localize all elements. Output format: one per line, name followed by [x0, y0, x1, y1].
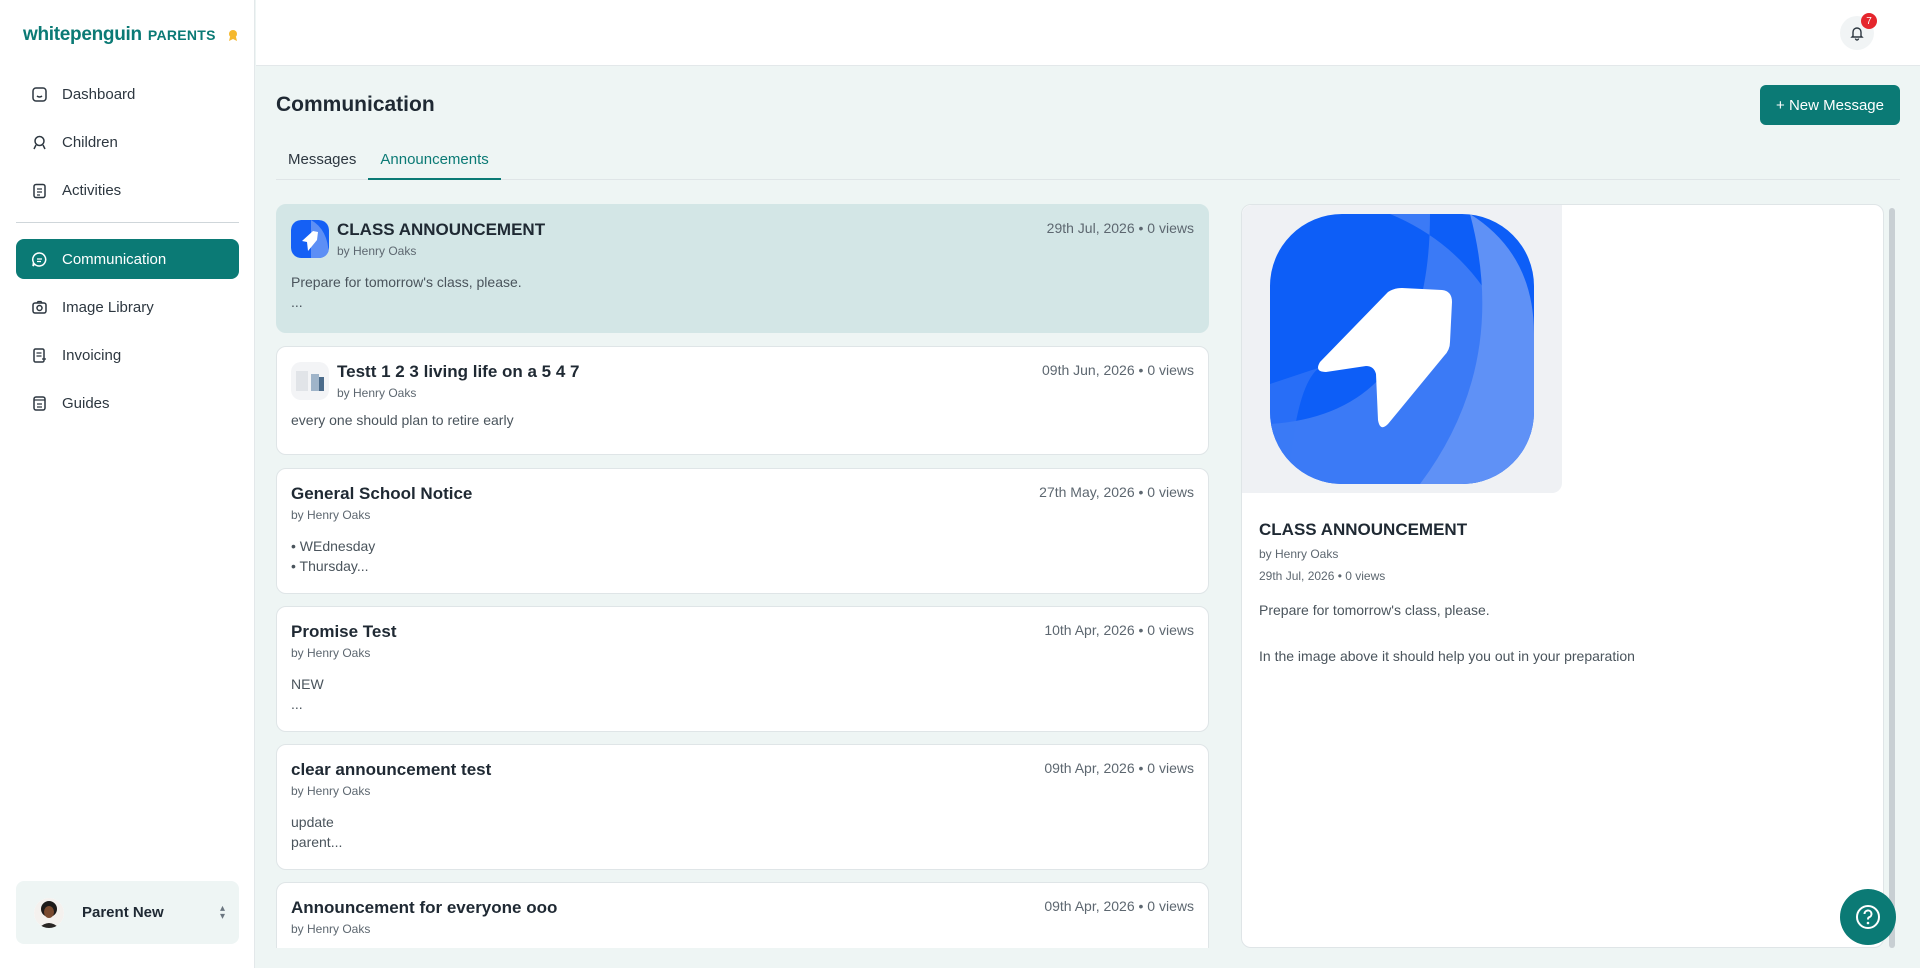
announcement-title: CLASS ANNOUNCEMENT: [337, 220, 546, 239]
sidebar-item-label: Children: [62, 133, 118, 151]
question-icon: [1856, 905, 1880, 929]
sidebar-item-label: Communication: [62, 250, 167, 268]
sidebar-item-dashboard[interactable]: Dashboard: [16, 74, 239, 114]
home-icon: [30, 85, 48, 103]
detail-title: CLASS ANNOUNCEMENT: [1259, 520, 1468, 539]
sidebar-item-invoicing[interactable]: Invoicing: [16, 335, 239, 375]
user-switcher[interactable]: Parent New ▴ ▾: [16, 881, 239, 944]
sidebar-item-label: Invoicing: [62, 346, 122, 364]
camera-icon: [30, 298, 48, 316]
announcement-meta: 27th May, 2026 • 0 views: [1039, 484, 1194, 500]
invoice-icon: [30, 346, 48, 364]
scrollbar-thumb[interactable]: [1889, 208, 1895, 948]
tabs: Messages Announcements: [276, 146, 1900, 180]
sidebar-item-communication[interactable]: Communication: [16, 239, 239, 279]
sidebar-item-label: Activities: [62, 181, 122, 199]
detail-author: by Henry Oaks: [1259, 547, 1339, 561]
sidebar-divider: [16, 222, 239, 223]
announcement-list: CLASS ANNOUNCEMENT by Henry Oaks 29th Ju…: [276, 204, 1209, 948]
announcement-card[interactable]: Announcement for everyone ooo by Henry O…: [276, 882, 1209, 948]
user-name: Parent New: [82, 904, 164, 921]
announcement-card[interactable]: General School Notice by Henry Oaks 27th…: [276, 468, 1209, 594]
announcement-title: Promise Test: [291, 622, 397, 641]
app-logo-thumbnail: [291, 220, 329, 258]
clipboard-icon: [30, 181, 48, 199]
help-button[interactable]: [1840, 889, 1896, 945]
announcement-preview: NEW ...: [291, 676, 324, 712]
announcement-author: by Henry Oaks: [291, 646, 371, 660]
sidebar-item-label: Guides: [62, 394, 110, 412]
announcement-title: General School Notice: [291, 484, 473, 503]
announcement-meta: 29th Jul, 2026 • 0 views: [1046, 220, 1194, 236]
new-message-button[interactable]: + New Message: [1760, 85, 1900, 125]
announcement-card[interactable]: CLASS ANNOUNCEMENT by Henry Oaks 29th Ju…: [276, 204, 1209, 333]
chat-icon: [30, 250, 48, 268]
announcement-meta: 09th Apr, 2026 • 0 views: [1044, 760, 1194, 776]
announcement-detail: CLASS ANNOUNCEMENT by Henry Oaks 29th Ju…: [1241, 204, 1884, 948]
announcement-preview: Prepare for tomorrow's class, please. ..…: [291, 274, 522, 310]
chevron-updown-icon: ▴ ▾: [219, 902, 225, 922]
announcement-author: by Henry Oaks: [337, 244, 417, 258]
announcement-card[interactable]: clear announcement test by Henry Oaks 09…: [276, 744, 1209, 870]
page-title: Communication: [276, 93, 435, 116]
app-logo[interactable]: whitepenguin PARENTS: [23, 24, 240, 46]
announcement-meta: 09th Apr, 2026 • 0 views: [1044, 898, 1194, 914]
announcement-image[interactable]: [1242, 205, 1562, 493]
tab-announcements[interactable]: Announcements: [368, 146, 501, 180]
brand-name: whitepenguin: [23, 24, 142, 45]
sidebar: whitepenguin PARENTS Dashboard Children …: [0, 0, 255, 968]
announcement-author: by Henry Oaks: [291, 508, 371, 522]
sidebar-item-children[interactable]: Children: [16, 122, 239, 162]
notifications-button[interactable]: 7: [1840, 13, 1877, 50]
notification-count-badge: 7: [1861, 13, 1877, 29]
brand-sub: PARENTS: [147, 27, 216, 43]
announcement-preview: update parent...: [291, 814, 343, 850]
announcement-author: by Henry Oaks: [291, 922, 371, 936]
book-icon: [30, 394, 48, 412]
avatar: [34, 897, 64, 928]
announcement-preview: every one should plan to retire early: [291, 412, 514, 428]
detail-body: Prepare for tomorrow's class, please. In…: [1259, 602, 1635, 664]
sidebar-item-guides[interactable]: Guides: [16, 383, 239, 423]
sidebar-nav: Dashboard Children Activities Communicat…: [16, 74, 239, 431]
announcement-author: by Henry Oaks: [337, 386, 417, 400]
bell-icon: [1850, 27, 1864, 41]
sidebar-item-activities[interactable]: Activities: [16, 170, 239, 210]
announcement-title: Testt 1 2 3 living life on a 5 4 7: [337, 362, 580, 381]
detail-meta: 29th Jul, 2026 • 0 views: [1259, 569, 1386, 583]
announcement-title: Announcement for everyone ooo: [291, 898, 558, 917]
announcement-card[interactable]: Promise Test by Henry Oaks 10th Apr, 202…: [276, 606, 1209, 732]
announcement-meta: 10th Apr, 2026 • 0 views: [1044, 622, 1194, 638]
announcement-title: clear announcement test: [291, 760, 492, 779]
sidebar-item-label: Image Library: [62, 298, 154, 316]
top-bar: 7: [256, 0, 1920, 66]
announcement-card[interactable]: Testt 1 2 3 living life on a 5 4 7 by He…: [276, 346, 1209, 455]
announcement-meta: 09th Jun, 2026 • 0 views: [1042, 362, 1194, 378]
child-icon: [30, 133, 48, 151]
document-thumbnail: [291, 362, 329, 400]
announcement-preview: • WEdnesday • Thursday...: [291, 538, 376, 574]
detail-scrollbar[interactable]: [1889, 208, 1895, 948]
app-logo-icon: [1270, 214, 1534, 484]
penguin-badge-icon: [228, 30, 237, 41]
sidebar-item-label: Dashboard: [62, 85, 136, 103]
announcement-author: by Henry Oaks: [291, 784, 371, 798]
sidebar-item-image-library[interactable]: Image Library: [16, 287, 239, 327]
tab-messages[interactable]: Messages: [276, 146, 368, 180]
